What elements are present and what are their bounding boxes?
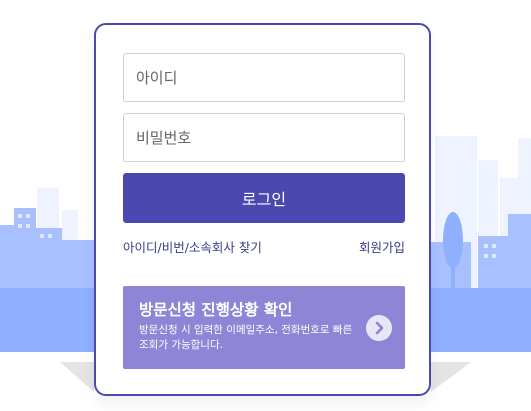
id-input[interactable] (123, 53, 405, 102)
account-links: 아이디/비번/소속회사 찾기 회원가입 (123, 237, 405, 255)
signup-link[interactable]: 회원가입 (359, 237, 405, 256)
find-account-link[interactable]: 아이디/비번/소속회사 찾기 (123, 237, 262, 256)
visit-status-check-button[interactable]: 방문신청 진행상황 확인 방문신청 시 입력한 이메일주소, 전화번호로 빠른 … (123, 286, 405, 369)
visit-status-description: 방문신청 시 입력한 이메일주소, 전화번호로 빠른 조회가 가능합니다. (139, 324, 353, 351)
visit-status-title: 방문신청 진행상황 확인 (139, 301, 293, 319)
login-button[interactable]: 로그인 (123, 173, 405, 223)
chevron-right-icon[interactable] (366, 315, 392, 341)
password-input[interactable] (123, 113, 405, 162)
login-card: 로그인 아이디/비번/소속회사 찾기 회원가입 방문신청 진행상황 확인 방문신… (94, 23, 431, 396)
